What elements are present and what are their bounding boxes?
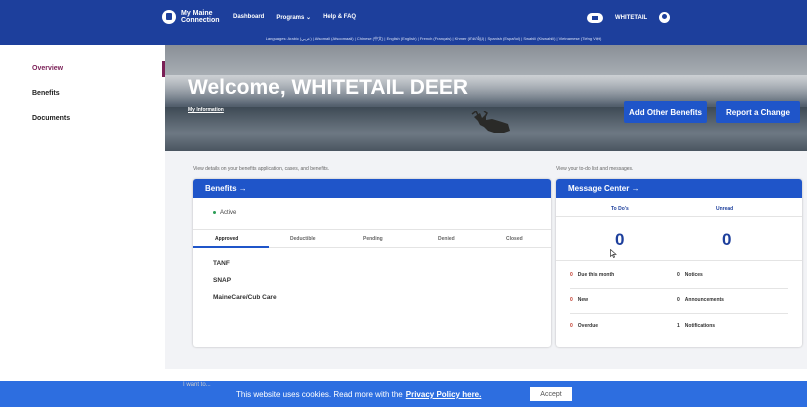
tab-approved[interactable]: Approved <box>215 236 238 242</box>
benefits-caption: View details on your benefits applicatio… <box>193 166 330 172</box>
nav-dashboard[interactable]: Dashboard <box>233 14 264 21</box>
due-count: 0 <box>570 272 573 278</box>
brand-logo-link[interactable]: My Maine Connection <box>162 10 231 24</box>
add-other-benefits-button[interactable]: Add Other Benefits <box>624 101 707 123</box>
active-dot-icon <box>213 210 216 214</box>
due-this-month-row[interactable]: 0 Due this month <box>570 272 614 278</box>
maine-logo-icon <box>162 10 176 24</box>
status-badge: Active <box>213 210 236 216</box>
cookie-message: This website uses cookies. Read more wit… <box>236 390 481 399</box>
program-item[interactable]: SNAP <box>213 277 231 284</box>
sidebar: Overview Benefits Documents <box>0 45 165 407</box>
notices-count: 0 <box>677 272 680 278</box>
status-label: Active <box>220 210 237 216</box>
new-row[interactable]: 0 New <box>570 297 588 303</box>
moose-illustration <box>471 111 510 133</box>
notices-row[interactable]: 0 Notices <box>677 272 703 278</box>
notifications-label: Notifications <box>684 323 716 329</box>
unread-label: Unread <box>716 206 734 212</box>
new-count: 0 <box>570 297 573 303</box>
language-selector-bar[interactable]: Languages: Arabic (عربي) | Afsomali (Afs… <box>0 36 807 42</box>
my-information-link[interactable]: My Information <box>188 107 224 113</box>
privacy-policy-link[interactable]: Privacy Policy here. <box>406 390 482 399</box>
notifications-row[interactable]: 1 Notifications <box>677 323 715 329</box>
main-nav: Dashboard Programs ⌄ Help & FAQ <box>233 14 356 21</box>
footer-strip <box>165 369 807 381</box>
program-item[interactable]: TANF <box>213 260 230 267</box>
unread-count[interactable]: 0 <box>722 230 731 250</box>
message-center-title[interactable]: Message Center → <box>556 179 802 198</box>
notices-label: Notices <box>684 272 703 278</box>
sidebar-item-benefits[interactable]: Benefits <box>32 90 60 97</box>
benefit-tabs: Approved Deductible Pending Denied Close… <box>193 229 551 248</box>
tab-underline <box>193 246 269 248</box>
tab-closed[interactable]: Closed <box>506 236 523 242</box>
overdue-row[interactable]: 0 Overdue <box>570 323 598 329</box>
cookie-text: This website uses cookies. Read more wit… <box>236 390 403 399</box>
message-center-caption: View your to-do list and messages. <box>556 166 634 172</box>
cookie-banner: This website uses cookies. Read more wit… <box>0 381 807 407</box>
benefits-card-title[interactable]: Benefits → <box>193 179 551 198</box>
mail-icon[interactable] <box>587 12 603 23</box>
brand-name: My Maine Connection <box>181 10 220 24</box>
overdue-count: 0 <box>570 323 573 329</box>
todos-count[interactable]: 0 <box>615 230 624 250</box>
overdue-label: Overdue <box>577 323 599 329</box>
due-label: Due this month <box>577 272 615 278</box>
hero-banner: Welcome, WHITETAIL DEER My Information A… <box>165 45 807 151</box>
sidebar-item-documents[interactable]: Documents <box>32 115 70 122</box>
accept-cookies-button[interactable]: Accept <box>530 387 572 401</box>
todos-label: To Do's <box>611 206 629 212</box>
announcements-count: 0 <box>677 297 680 303</box>
notifications-count: 1 <box>677 323 680 329</box>
new-label: New <box>577 297 589 303</box>
sidebar-item-overview[interactable]: Overview <box>32 65 63 72</box>
nav-help-faq[interactable]: Help & FAQ <box>323 14 356 21</box>
i-want-to-label: I want to... <box>183 382 211 388</box>
message-center-card: Message Center → To Do's Unread 0 0 0 Due… <box>556 179 802 347</box>
top-navigation-bar: My Maine Connection Dashboard Programs ⌄… <box>0 0 807 45</box>
welcome-heading: Welcome, WHITETAIL DEER <box>188 76 469 99</box>
program-item[interactable]: MaineCare/Cub Care <box>213 294 277 301</box>
announcements-row[interactable]: 0 Announcements <box>677 297 724 303</box>
user-name[interactable]: WHITETAIL <box>615 15 647 21</box>
user-avatar-icon[interactable] <box>659 12 671 23</box>
mouse-cursor-icon <box>610 249 617 258</box>
user-area: WHITETAIL <box>587 12 671 23</box>
tab-deductible[interactable]: Deductible <box>290 236 316 242</box>
tab-denied[interactable]: Denied <box>438 236 455 242</box>
announcements-label: Announcements <box>684 297 724 303</box>
tab-pending[interactable]: Pending <box>363 236 383 242</box>
report-a-change-button[interactable]: Report a Change <box>716 101 800 123</box>
benefits-card: Benefits → Active Approved Deductible Pe… <box>193 179 551 347</box>
nav-programs[interactable]: Programs ⌄ <box>276 14 311 21</box>
